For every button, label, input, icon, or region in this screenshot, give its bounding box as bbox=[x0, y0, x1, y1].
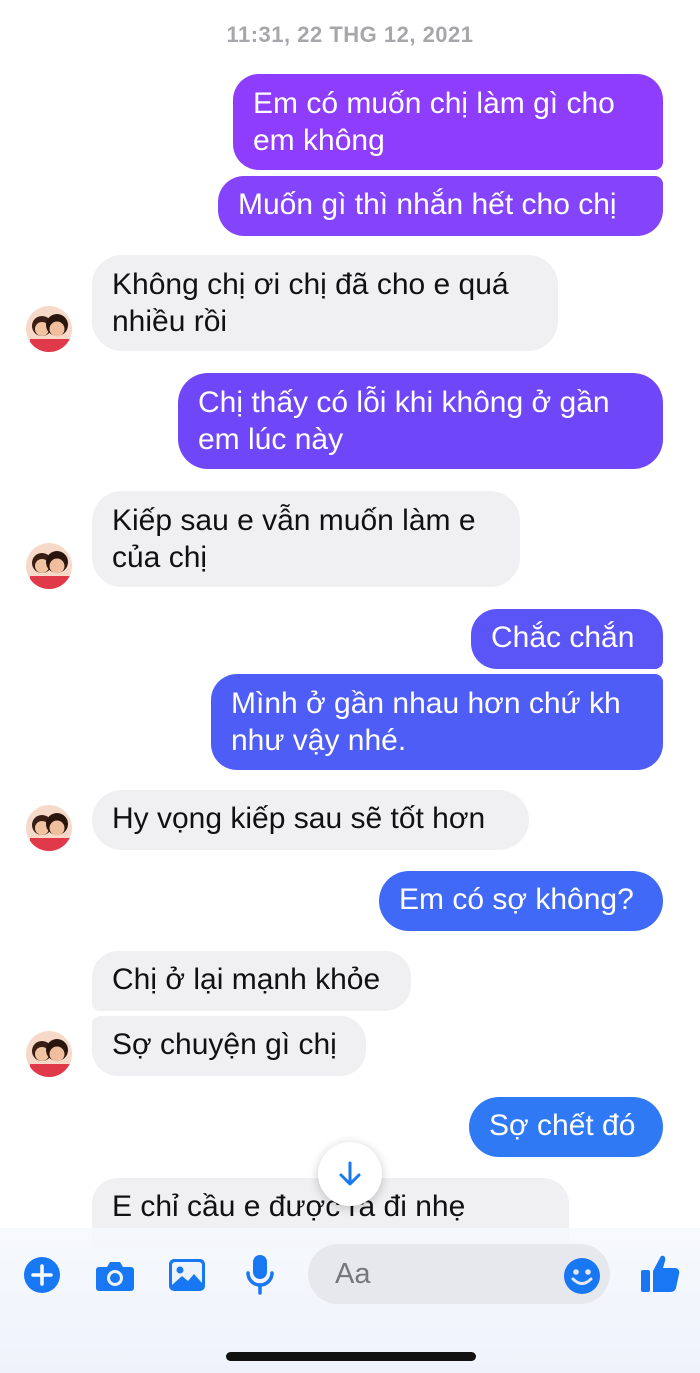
scroll-to-bottom-button[interactable] bbox=[318, 1142, 382, 1206]
outgoing-message[interactable]: Muốn gì thì nhắn hết cho chị bbox=[218, 176, 663, 236]
incoming-message[interactable]: Sợ chuyện gì chị bbox=[92, 1016, 366, 1076]
incoming-message[interactable]: Hy vọng kiếp sau sẽ tốt hơn bbox=[92, 790, 529, 850]
outgoing-message[interactable]: Em có sợ không? bbox=[379, 871, 663, 931]
message-text: Chị ở lại mạnh khỏe bbox=[112, 963, 381, 996]
arrow-down-icon bbox=[335, 1159, 365, 1189]
avatar[interactable] bbox=[26, 805, 72, 851]
thread-timestamp: 11:31, 22 THG 12, 2021 bbox=[226, 22, 474, 47]
outgoing-message[interactable]: Chắc chắn bbox=[471, 609, 663, 669]
message-text: Sợ chuyện gì chị bbox=[112, 1028, 337, 1061]
message-text: Không chị ơi chị đã cho e quá nhiều rồi bbox=[112, 268, 509, 338]
outgoing-message[interactable]: Em có muốn chị làm gì cho em không bbox=[233, 74, 663, 170]
outgoing-message[interactable]: Mình ở gần nhau hơn chứ kh như vậy nhé. bbox=[211, 674, 663, 770]
message-text: Chị thấy có lỗi khi không ở gần em lúc n… bbox=[198, 386, 610, 456]
message-text: Sợ chết đó bbox=[489, 1109, 636, 1142]
incoming-message[interactable]: Kiếp sau e vẫn muốn làm e của chị bbox=[92, 491, 520, 587]
image-icon[interactable] bbox=[167, 1255, 207, 1295]
emoji-icon[interactable] bbox=[562, 1256, 602, 1296]
message-text: Muốn gì thì nhắn hết cho chị bbox=[238, 188, 617, 221]
message-input-placeholder: Aa bbox=[335, 1258, 371, 1290]
microphone-icon[interactable] bbox=[242, 1252, 278, 1296]
message-text: Em có sợ không? bbox=[399, 883, 634, 916]
message-text: Em có muốn chị làm gì cho em không bbox=[253, 87, 615, 157]
incoming-message[interactable]: Không chị ơi chị đã cho e quá nhiều rồi bbox=[92, 255, 558, 351]
home-indicator bbox=[226, 1352, 476, 1361]
camera-icon[interactable] bbox=[94, 1255, 136, 1295]
plus-icon[interactable] bbox=[22, 1255, 62, 1295]
incoming-message[interactable]: Chị ở lại mạnh khỏe bbox=[92, 951, 411, 1011]
avatar[interactable] bbox=[26, 306, 72, 352]
message-text: Hy vọng kiếp sau sẽ tốt hơn bbox=[112, 802, 486, 835]
message-text: Mình ở gần nhau hơn chứ kh như vậy nhé. bbox=[231, 687, 621, 757]
thumbs-up-icon[interactable] bbox=[638, 1250, 682, 1296]
outgoing-message[interactable]: Chị thấy có lỗi khi không ở gần em lúc n… bbox=[178, 373, 663, 469]
avatar[interactable] bbox=[26, 1031, 72, 1077]
message-text: Chắc chắn bbox=[491, 621, 635, 654]
outgoing-message[interactable]: Sợ chết đó bbox=[469, 1097, 663, 1157]
message-text: Kiếp sau e vẫn muốn làm e của chị bbox=[112, 504, 476, 574]
avatar[interactable] bbox=[26, 543, 72, 589]
message-text: E chỉ cầu e được ra đi nhẹ bbox=[112, 1190, 466, 1223]
